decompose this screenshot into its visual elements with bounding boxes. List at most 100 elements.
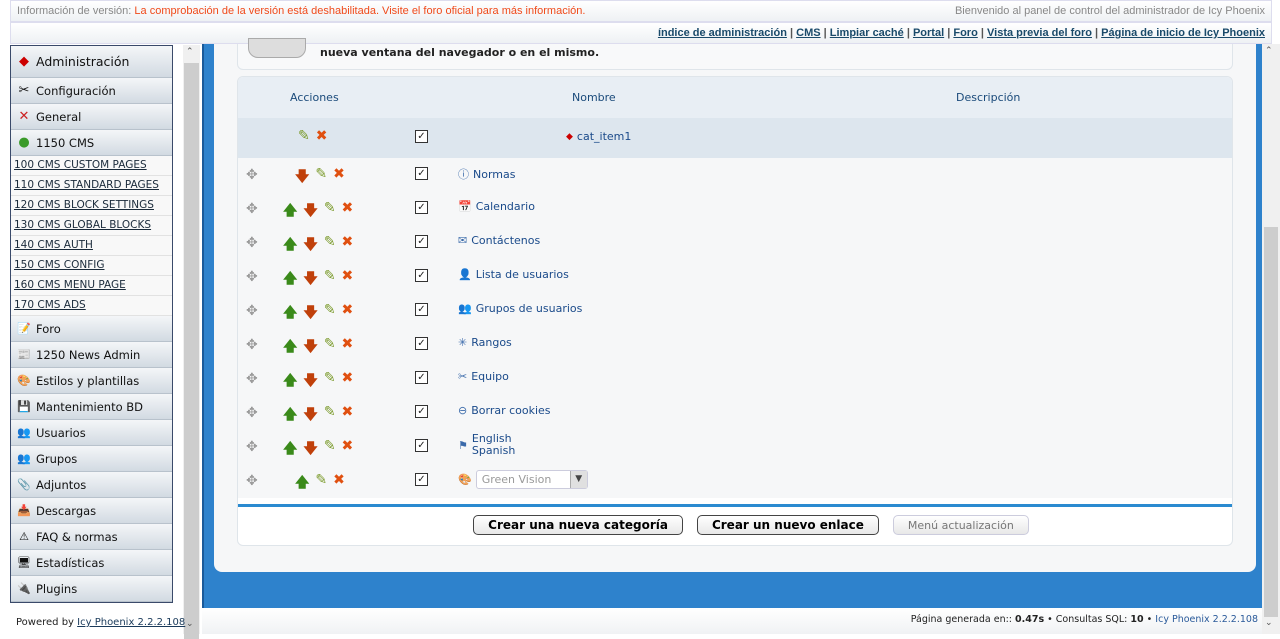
drag-handle-icon[interactable]: ✥ (246, 405, 258, 421)
link-cms[interactable]: CMS (796, 27, 820, 39)
sidebar-item-configuracion[interactable]: ✂ Configuración (11, 78, 172, 104)
move-down-icon[interactable]: 🡇 (303, 234, 317, 258)
item-checkbox[interactable]: ✓ (415, 405, 428, 418)
drag-handle-icon[interactable]: ✥ (246, 201, 258, 217)
delete-icon[interactable]: ✖ (342, 438, 354, 462)
move-down-icon[interactable]: 🡇 (303, 336, 317, 360)
item-link[interactable]: Spanish (472, 444, 515, 457)
sidebar-item[interactable]: 👥 Grupos (11, 446, 172, 472)
item-link[interactable]: Grupos de usuarios (476, 302, 583, 315)
create-link-button[interactable]: Crear un nuevo enlace (696, 515, 879, 535)
sidebar-item[interactable]: 🖥 Estadísticas (11, 550, 172, 576)
sidebar-item[interactable]: 📥 Descargas (11, 498, 172, 524)
move-up-icon[interactable]: 🡅 (283, 268, 297, 292)
move-up-icon[interactable]: 🡅 (283, 200, 297, 224)
move-up-icon[interactable]: 🡅 (283, 438, 297, 462)
item-checkbox[interactable]: ✓ (415, 201, 428, 214)
move-down-icon[interactable]: 🡇 (303, 200, 317, 224)
item-link[interactable]: Calendario (476, 200, 535, 213)
sidebar-cms-link-anchor[interactable]: 110 CMS STANDARD PAGES (14, 179, 159, 191)
sidebar-item-general[interactable]: ✕ General (11, 104, 172, 130)
move-down-icon[interactable]: 🡇 (303, 438, 317, 462)
edit-icon[interactable]: ✎ (324, 336, 336, 360)
drag-handle-icon[interactable]: ✥ (246, 167, 258, 183)
item-checkbox[interactable]: ✓ (415, 473, 428, 486)
move-up-icon[interactable]: 🡅 (295, 472, 309, 496)
item-checkbox[interactable]: ✓ (415, 439, 428, 452)
move-down-icon[interactable]: 🡇 (303, 370, 317, 394)
delete-icon[interactable]: ✖ (316, 128, 328, 144)
style-select[interactable]: Green Vision ▼ (475, 470, 588, 489)
drag-handle-icon[interactable]: ✥ (246, 303, 258, 319)
sidebar-cms-link-anchor[interactable]: 150 CMS CONFIG (14, 259, 105, 271)
move-up-icon[interactable]: 🡅 (283, 302, 297, 326)
delete-icon[interactable]: ✖ (342, 302, 354, 326)
item-checkbox[interactable]: ✓ (415, 337, 428, 350)
sidebar-item-administracion[interactable]: ◆ Administración (11, 46, 172, 78)
delete-icon[interactable]: ✖ (342, 370, 354, 394)
link-forum-preview[interactable]: Vista previa del foro (987, 27, 1092, 39)
link-clear-cache[interactable]: Limpiar caché (830, 27, 904, 39)
delete-icon[interactable]: ✖ (342, 336, 354, 360)
sidebar-item[interactable]: 📝 Foro (11, 316, 172, 342)
edit-icon[interactable]: ✎ (324, 268, 336, 292)
item-checkbox[interactable]: ✓ (415, 235, 428, 248)
delete-icon[interactable]: ✖ (342, 234, 354, 258)
sidebar-cms-link-anchor[interactable]: 170 CMS ADS (14, 299, 86, 311)
delete-icon[interactable]: ✖ (342, 200, 354, 224)
edit-icon[interactable]: ✎ (324, 302, 336, 326)
item-checkbox[interactable]: ✓ (415, 167, 428, 180)
edit-icon[interactable]: ✎ (324, 200, 336, 224)
sidebar-cms-link-anchor[interactable]: 160 CMS MENU PAGE (14, 279, 126, 291)
move-down-icon[interactable]: 🡇 (303, 268, 317, 292)
update-menu-button[interactable]: Menú actualización (892, 515, 1029, 535)
delete-icon[interactable]: ✖ (333, 166, 345, 190)
category-link[interactable]: cat_item1 (577, 130, 631, 143)
delete-icon[interactable]: ✖ (342, 268, 354, 292)
delete-icon[interactable]: ✖ (342, 404, 354, 428)
drag-handle-icon[interactable]: ✥ (246, 473, 258, 489)
main-scrollbar[interactable]: ⌃ ⌄ (1262, 44, 1280, 634)
edit-icon[interactable]: ✎ (324, 438, 336, 462)
edit-icon[interactable]: ✎ (315, 472, 327, 496)
edit-icon[interactable]: ✎ (298, 128, 310, 144)
sidebar-item[interactable]: 💾 Mantenimiento BD (11, 394, 172, 420)
item-checkbox[interactable]: ✓ (415, 269, 428, 282)
edit-icon[interactable]: ✎ (315, 166, 327, 190)
sidebar-item-cms[interactable]: ● 1150 CMS (11, 130, 172, 156)
drag-handle-icon[interactable]: ✥ (246, 235, 258, 251)
move-down-icon[interactable]: 🡇 (303, 302, 317, 326)
edit-icon[interactable]: ✎ (324, 234, 336, 258)
link-homepage[interactable]: Página de inicio de Icy Phoenix (1101, 27, 1265, 39)
drag-handle-icon[interactable]: ✥ (246, 337, 258, 353)
item-link[interactable]: Contáctenos (471, 234, 540, 247)
move-up-icon[interactable]: 🡅 (283, 336, 297, 360)
item-link[interactable]: Lista de usuarios (476, 268, 569, 281)
drag-handle-icon[interactable]: ✥ (246, 439, 258, 455)
move-up-icon[interactable]: 🡅 (283, 404, 297, 428)
edit-icon[interactable]: ✎ (324, 370, 336, 394)
sidebar-item[interactable]: 📎 Adjuntos (11, 472, 172, 498)
drag-handle-icon[interactable]: ✥ (246, 269, 258, 285)
sidebar-item[interactable]: 📰 1250 News Admin (11, 342, 172, 368)
item-checkbox[interactable]: ✓ (415, 371, 428, 384)
item-link[interactable]: Equipo (471, 370, 509, 383)
move-up-icon[interactable]: 🡅 (283, 234, 297, 258)
sidebar-cms-link-anchor[interactable]: 130 CMS GLOBAL BLOCKS (14, 219, 151, 231)
link-admin-index[interactable]: índice de administración (658, 27, 787, 39)
sidebar-cms-link-anchor[interactable]: 100 CMS CUSTOM PAGES (14, 159, 147, 171)
sidebar-cms-link-anchor[interactable]: 120 CMS BLOCK SETTINGS (14, 199, 154, 211)
move-up-icon[interactable]: 🡅 (283, 370, 297, 394)
powered-link[interactable]: Icy Phoenix 2.2.2.108 (77, 617, 185, 628)
sidebar-item[interactable]: 🔌 Plugins (11, 576, 172, 602)
delete-icon[interactable]: ✖ (333, 472, 345, 496)
move-down-icon[interactable]: 🡇 (303, 404, 317, 428)
item-link[interactable]: Rangos (471, 336, 512, 349)
drag-handle-icon[interactable]: ✥ (246, 371, 258, 387)
item-link[interactable]: Borrar cookies (471, 404, 550, 417)
item-link[interactable]: Normas (473, 168, 515, 181)
category-checkbox[interactable]: ✓ (415, 130, 428, 143)
sidebar-cms-link-anchor[interactable]: 140 CMS AUTH (14, 239, 93, 251)
sidebar-item[interactable]: 🎨 Estilos y plantillas (11, 368, 172, 394)
sidebar-item[interactable]: ⚠ FAQ & normas (11, 524, 172, 550)
